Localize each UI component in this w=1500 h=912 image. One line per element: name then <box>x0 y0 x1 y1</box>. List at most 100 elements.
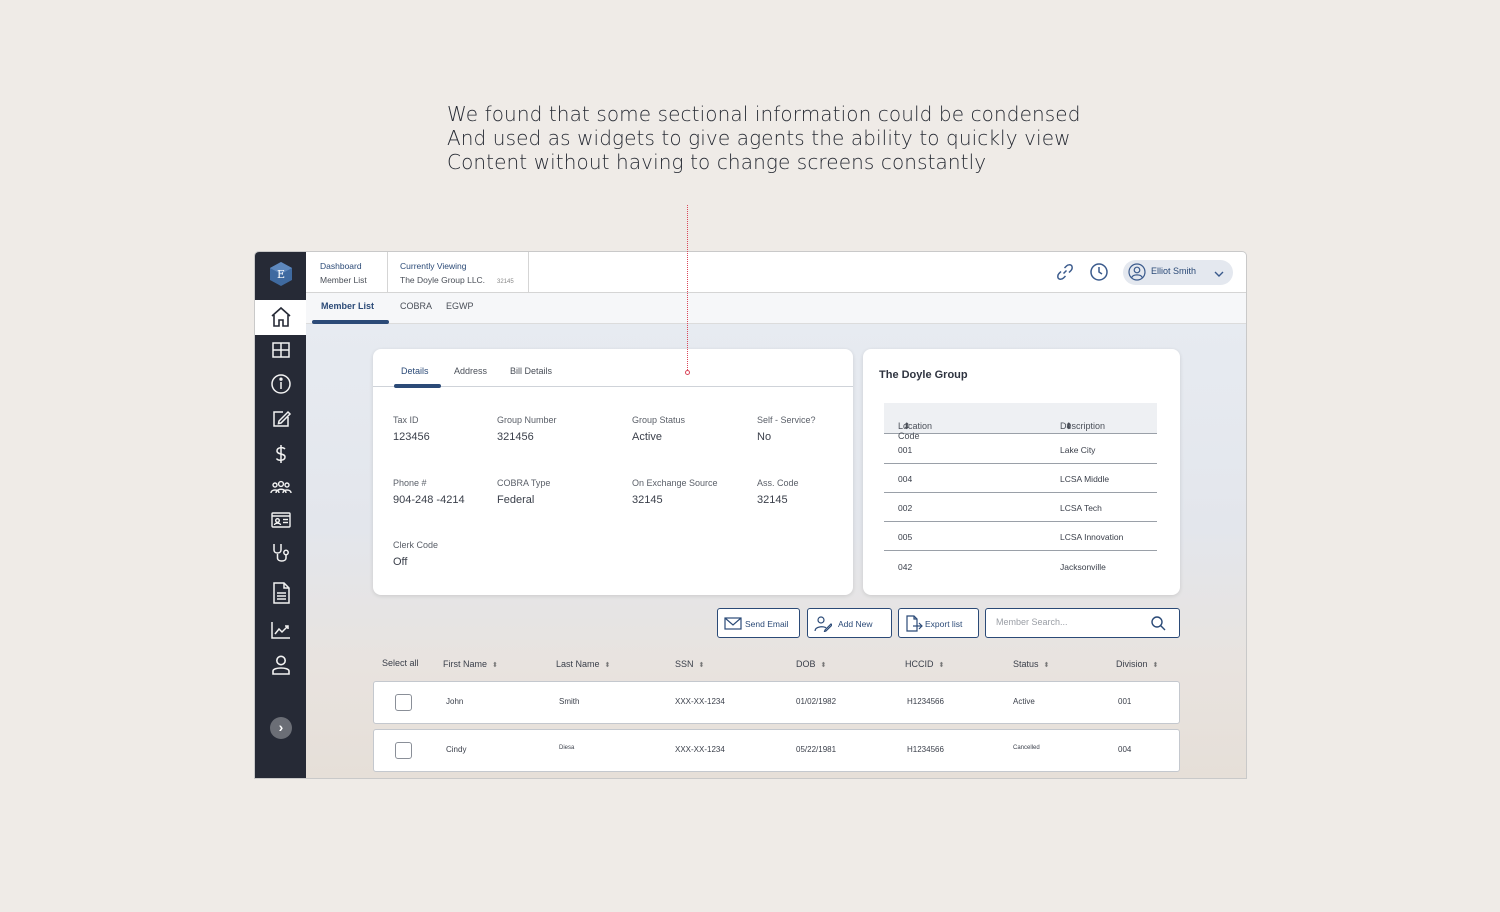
export-list-button[interactable]: Export list <box>898 608 979 638</box>
table-row[interactable]: 042 Jacksonville <box>884 552 1157 581</box>
user-profile-icon[interactable] <box>269 653 293 677</box>
caption-line: And used as widgets to give agents the a… <box>447 126 1071 150</box>
field-value: 32145 <box>757 494 788 506</box>
field-value: Federal <box>497 494 535 506</box>
field-tax-id: Tax ID 123456 <box>393 415 430 443</box>
caption-line: We found that some sectional information… <box>447 102 1081 126</box>
field-self-service: Self - Service? No <box>757 415 816 443</box>
tab-member-list[interactable]: Member List <box>321 301 374 311</box>
add-new-label: Add New <box>838 619 873 629</box>
edit-icon[interactable] <box>269 407 293 431</box>
field-value: No <box>757 431 772 443</box>
group-locations-widget: The Doyle Group Location Code ⬍ Descripti… <box>863 349 1180 595</box>
member-last-name: Diesa <box>559 745 575 751</box>
member-search[interactable] <box>985 608 1180 638</box>
member-hccid: H1234566 <box>907 697 944 706</box>
tab-egwp[interactable]: EGWP <box>446 301 474 311</box>
field-value: 32145 <box>632 494 663 506</box>
stethoscope-icon[interactable] <box>269 541 293 565</box>
column-header-dob[interactable]: DOB ⬍ <box>796 659 826 669</box>
sort-icon: ⬍ <box>1152 662 1159 669</box>
member-search-input[interactable] <box>996 617 1146 627</box>
field-group-number: Group Number 321456 <box>497 415 557 443</box>
annotation-caption: We found that some sectional information… <box>447 102 1147 174</box>
tab-cobra[interactable]: COBRA <box>400 301 432 311</box>
location-description: LCSA Innovation <box>1060 532 1124 542</box>
sort-icon: ⬍ <box>1065 421 1073 431</box>
currently-viewing-label: Currently Viewing <box>400 261 467 271</box>
column-header-division[interactable]: Division ⬍ <box>1116 659 1158 669</box>
main-content: Details Address Bill Details Tax ID 1234… <box>306 324 1246 778</box>
location-code: 002 <box>898 503 913 513</box>
currently-viewing-id: 32145 <box>497 279 514 285</box>
history-clock-icon[interactable] <box>1089 262 1109 282</box>
details-widget: Details Address Bill Details Tax ID 1234… <box>373 349 853 595</box>
info-icon[interactable] <box>269 372 293 396</box>
member-ssn: XXX-XX-1234 <box>675 697 725 706</box>
sidebar-item-home[interactable] <box>255 300 306 335</box>
member-ssn: XXX-XX-1234 <box>675 745 725 754</box>
location-code: 042 <box>898 562 913 572</box>
field-clerk-code: Clerk Code Off <box>393 540 438 568</box>
currently-viewing: Currently Viewing The Doyle Group LLC. 32… <box>388 252 529 293</box>
expand-sidebar-button[interactable]: › <box>270 717 292 739</box>
location-code: 004 <box>898 474 913 484</box>
link-icon[interactable] <box>1055 262 1075 282</box>
analytics-chart-icon[interactable] <box>269 618 293 642</box>
currently-viewing-name[interactable]: The Doyle Group LLC. <box>400 275 485 285</box>
add-new-button[interactable]: Add New <box>807 608 892 638</box>
avatar-icon <box>1128 263 1146 281</box>
document-icon[interactable] <box>269 581 293 605</box>
members-group-icon[interactable] <box>269 476 293 500</box>
id-card-icon[interactable] <box>269 508 293 532</box>
annotation-pointer-line <box>687 205 688 372</box>
dashboard-grid-icon[interactable] <box>269 338 293 362</box>
field-label: Self - Service? <box>757 415 816 425</box>
user-name: Elliot Smith <box>1151 266 1197 276</box>
column-header-ssn[interactable]: SSN ⬍ <box>675 659 704 669</box>
send-email-label: Send Email <box>745 619 789 629</box>
export-file-icon <box>905 615 923 632</box>
field-label: Clerk Code <box>393 540 439 550</box>
member-first-name: Cindy <box>446 745 467 754</box>
field-group-status: Group Status Active <box>632 415 685 443</box>
table-row[interactable]: 005 LCSA Innovation <box>884 522 1157 551</box>
table-row[interactable]: 002 LCSA Tech <box>884 493 1157 522</box>
logo[interactable]: E <box>268 261 294 287</box>
table-row[interactable]: John Smith XXX-XX-1234 01/02/1982 H12345… <box>373 681 1180 724</box>
field-label: Ass. Code <box>757 478 799 488</box>
table-row[interactable]: 004 LCSA Middle <box>884 464 1157 493</box>
dollar-icon[interactable] <box>269 442 293 466</box>
search-icon[interactable] <box>1151 616 1166 631</box>
row-checkbox[interactable] <box>395 742 412 759</box>
column-header-last-name[interactable]: Last Name ⬍ <box>556 659 610 669</box>
location-code: 001 <box>898 445 913 455</box>
column-header-first-name[interactable]: First Name ⬍ <box>443 659 498 669</box>
field-label: On Exchange Source <box>632 478 718 488</box>
group-title: The Doyle Group <box>879 369 968 381</box>
table-row[interactable]: 001 Lake City <box>884 435 1157 464</box>
field-phone: Phone # 904-248 -4214 <box>393 478 465 506</box>
column-header-hccid[interactable]: HCCID ⬍ <box>905 659 944 669</box>
tab-details[interactable]: Details <box>401 366 429 376</box>
logo-letter: E <box>277 268 285 281</box>
field-value: Off <box>393 556 408 568</box>
member-division: 001 <box>1118 697 1132 706</box>
user-menu[interactable]: Elliot Smith <box>1123 260 1233 285</box>
select-all-label[interactable]: Select all <box>382 658 419 668</box>
send-email-button[interactable]: Send Email <box>717 608 800 638</box>
column-header-status[interactable]: Status ⬍ <box>1013 659 1049 669</box>
tab-bill-details[interactable]: Bill Details <box>510 366 552 376</box>
sort-icon: ⬍ <box>938 662 945 669</box>
breadcrumb-section[interactable]: Dashboard <box>320 259 387 273</box>
table-row[interactable]: Cindy Diesa XXX-XX-1234 05/22/1981 H1234… <box>373 729 1180 772</box>
tabs-divider <box>373 386 853 387</box>
export-list-label: Export list <box>925 619 963 629</box>
sort-icon: ⬍ <box>820 662 827 669</box>
row-checkbox[interactable] <box>395 694 412 711</box>
breadcrumb: Dashboard Member List <box>306 252 388 293</box>
field-ass-code: Ass. Code 32145 <box>757 478 799 506</box>
add-user-icon <box>814 615 832 632</box>
tab-address[interactable]: Address <box>454 366 487 376</box>
sort-icon: ⬍ <box>903 421 911 431</box>
